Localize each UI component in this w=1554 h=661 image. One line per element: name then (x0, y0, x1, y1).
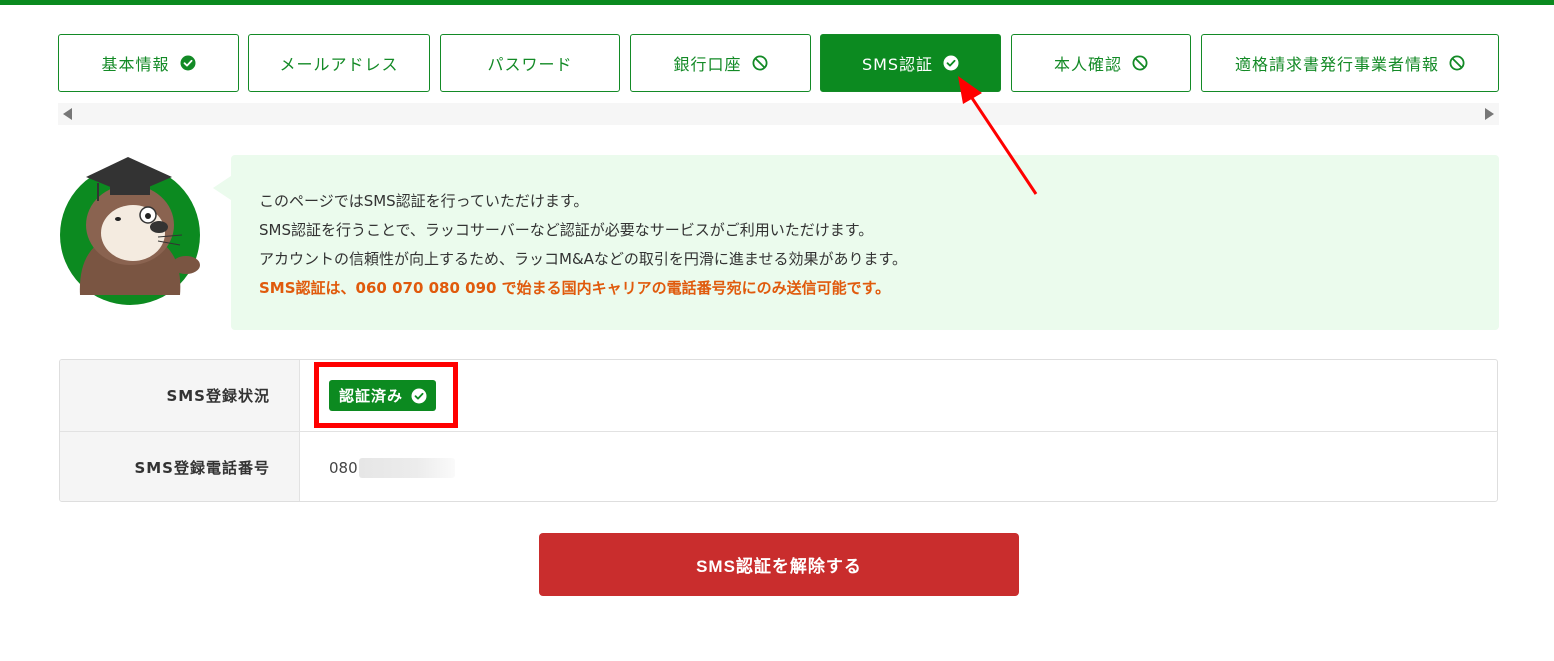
tab-label: 銀行口座 (673, 55, 742, 74)
tab-invoice-issuer[interactable]: 適格請求書発行事業者情報 (1201, 34, 1499, 92)
table-row: SMS登録状況 認証済み (60, 360, 1497, 431)
sms-status-label: SMS登録状況 (60, 360, 300, 431)
tab-label: メールアドレス (279, 55, 399, 74)
tab-email[interactable]: メールアドレス (248, 34, 430, 92)
sms-phone-label: SMS登録電話番号 (60, 432, 300, 501)
tab-sms-auth[interactable]: SMS認証 (820, 34, 1001, 92)
tab-identity[interactable]: 本人確認 (1011, 34, 1191, 92)
prohibited-icon (1449, 55, 1465, 71)
info-line-2: SMS認証を行うことで、ラッコサーバーなど認証が必要なサービスがご利用いただけま… (259, 221, 874, 239)
tab-label: 適格請求書発行事業者情報 (1234, 55, 1439, 74)
phone-number-redaction (358, 457, 455, 478)
table-row: SMS登録電話番号 080 (60, 431, 1497, 501)
otter-mascot-avatar (58, 155, 202, 305)
top-accent-bar (0, 0, 1554, 5)
info-line-1: このページではSMS認証を行っていただけます。 (259, 192, 589, 210)
tab-label: SMS認証 (861, 55, 934, 74)
tab-basic-info[interactable]: 基本情報 (58, 34, 239, 92)
tab-label: パスワード (487, 55, 573, 74)
check-circle-icon (180, 55, 196, 71)
info-warning: SMS認証は、060 070 080 090 で始まる国内キャリアの電話番号宛に… (259, 279, 891, 297)
info-line-3: アカウントの信頼性が向上するため、ラッコM&Aなどの取引を円滑に進ませる効果があ… (259, 250, 907, 268)
tab-label: 基本情報 (101, 55, 170, 74)
prohibited-icon (752, 55, 768, 71)
tab-bank-account[interactable]: 銀行口座 (630, 34, 811, 92)
sms-info-bubble: このページではSMS認証を行っていただけます。 SMS認証を行うことで、ラッコサ… (231, 155, 1499, 330)
scroll-left-arrow-icon[interactable] (63, 108, 72, 120)
annotation-highlight-box (314, 362, 458, 428)
speech-bubble-tail (213, 176, 231, 200)
phone-number-visible: 080 (329, 458, 358, 477)
tab-label: 本人確認 (1053, 55, 1122, 74)
check-circle-icon (943, 55, 959, 71)
tabs-scrollbar[interactable] (58, 103, 1499, 125)
sms-status-table: SMS登録状況 認証済み SMS登録電話番号 080 (59, 359, 1498, 502)
release-sms-auth-button[interactable]: SMS認証を解除する (539, 533, 1019, 596)
phone-number: 080 (329, 457, 455, 478)
prohibited-icon (1132, 55, 1148, 71)
tab-password[interactable]: パスワード (440, 34, 620, 92)
scroll-right-arrow-icon[interactable] (1485, 108, 1494, 120)
